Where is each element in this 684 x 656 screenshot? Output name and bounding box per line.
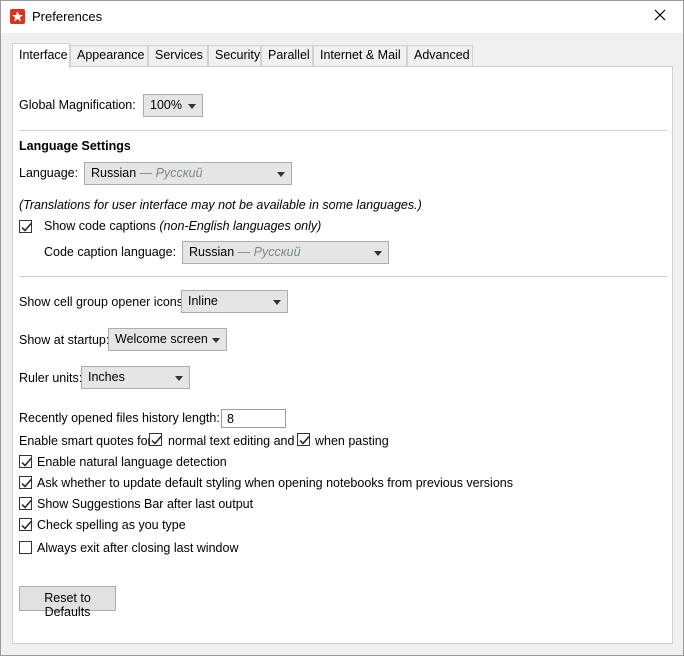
checkmark-icon [299, 436, 310, 445]
close-icon [654, 9, 666, 24]
cell-group-label: Show cell group opener icons: [19, 295, 187, 309]
chevron-down-icon [188, 104, 196, 109]
tab-security[interactable]: Security [208, 45, 261, 67]
language-native-name: — Русский [139, 166, 203, 180]
smart-quotes-normal-checkbox[interactable] [149, 433, 162, 446]
startup-dropdown[interactable]: Welcome screen [108, 328, 227, 351]
always-exit-checkbox[interactable] [19, 541, 32, 554]
suggestions-bar-checkbox[interactable] [19, 497, 32, 510]
spell-check-checkbox[interactable] [19, 518, 32, 531]
language-value: Russian [91, 166, 137, 180]
ruler-units-label: Ruler units: [19, 371, 83, 385]
show-code-captions-checkbox[interactable] [19, 220, 32, 233]
divider [19, 276, 667, 277]
checkmark-icon [21, 458, 32, 467]
history-length-label: Recently opened files history length: [19, 411, 220, 425]
code-caption-language-value: Russian [189, 245, 235, 259]
code-caption-native-name: — Русский [237, 245, 301, 259]
tab-appearance[interactable]: Appearance [70, 45, 148, 67]
tab-internet-mail[interactable]: Internet & Mail [313, 45, 407, 67]
close-button[interactable] [637, 1, 683, 32]
natural-language-label: Enable natural language detection [37, 455, 227, 469]
language-label: Language: [19, 166, 79, 180]
smart-quotes-label: Enable smart quotes for [19, 434, 152, 448]
cell-group-value: Inline [188, 294, 218, 308]
checkmark-icon [151, 436, 162, 445]
language-dropdown[interactable]: Russian — Русский [84, 162, 292, 185]
checkmark-icon [21, 500, 32, 509]
global-magnification-value: 100% [150, 98, 182, 112]
natural-language-checkbox[interactable] [19, 455, 32, 468]
show-code-captions-text: Show code captions [44, 219, 156, 233]
code-caption-language-label: Code caption language: [44, 245, 177, 259]
language-settings-heading: Language Settings [19, 139, 131, 153]
ruler-units-dropdown[interactable]: Inches [81, 366, 190, 389]
app-logo-icon [10, 9, 25, 24]
smart-quotes-pasting-label: when pasting [315, 434, 389, 448]
smart-quotes-pasting-checkbox[interactable] [297, 433, 310, 446]
tab-services[interactable]: Services [148, 45, 208, 67]
global-magnification-dropdown[interactable]: 100% [143, 94, 203, 117]
code-caption-language-dropdown[interactable]: Russian — Русский [182, 241, 389, 264]
tab-advanced[interactable]: Advanced [407, 45, 473, 67]
startup-value: Welcome screen [115, 332, 208, 346]
preferences-window: Preferences Interface Appearance Service… [0, 0, 684, 656]
chevron-down-icon [212, 338, 220, 343]
spell-check-label: Check spelling as you type [37, 518, 186, 532]
reset-to-defaults-button[interactable]: Reset to Defaults [19, 586, 116, 619]
window-title: Preferences [32, 9, 103, 24]
update-styling-label: Ask whether to update default styling wh… [37, 476, 513, 490]
global-magnification-label: Global Magnification: [19, 98, 136, 112]
title-bar: Preferences [1, 1, 683, 33]
ruler-units-value: Inches [88, 370, 125, 384]
always-exit-label: Always exit after closing last window [37, 541, 239, 555]
show-code-captions-label: Show code captions (non-English language… [44, 219, 321, 233]
tab-parallel[interactable]: Parallel [261, 45, 313, 67]
divider [19, 130, 667, 131]
tab-interface[interactable]: Interface [12, 43, 70, 68]
suggestions-bar-label: Show Suggestions Bar after last output [37, 497, 254, 511]
chevron-down-icon [175, 376, 183, 381]
history-length-input[interactable]: 8 [221, 409, 286, 428]
interface-panel: Global Magnification: 100% Language Sett… [12, 66, 673, 644]
chevron-down-icon [273, 300, 281, 305]
smart-quotes-normal-label: normal text editing and [168, 434, 295, 448]
translation-note: (Translations for user interface may not… [19, 198, 422, 212]
show-code-captions-suffix: (non-English languages only) [159, 219, 322, 233]
cell-group-dropdown[interactable]: Inline [181, 290, 288, 313]
update-styling-checkbox[interactable] [19, 476, 32, 489]
checkmark-icon [21, 521, 32, 530]
checkmark-icon [21, 479, 32, 488]
chevron-down-icon [374, 251, 382, 256]
startup-label: Show at startup: [19, 333, 110, 347]
chevron-down-icon [277, 172, 285, 177]
checkmark-icon [21, 223, 32, 232]
